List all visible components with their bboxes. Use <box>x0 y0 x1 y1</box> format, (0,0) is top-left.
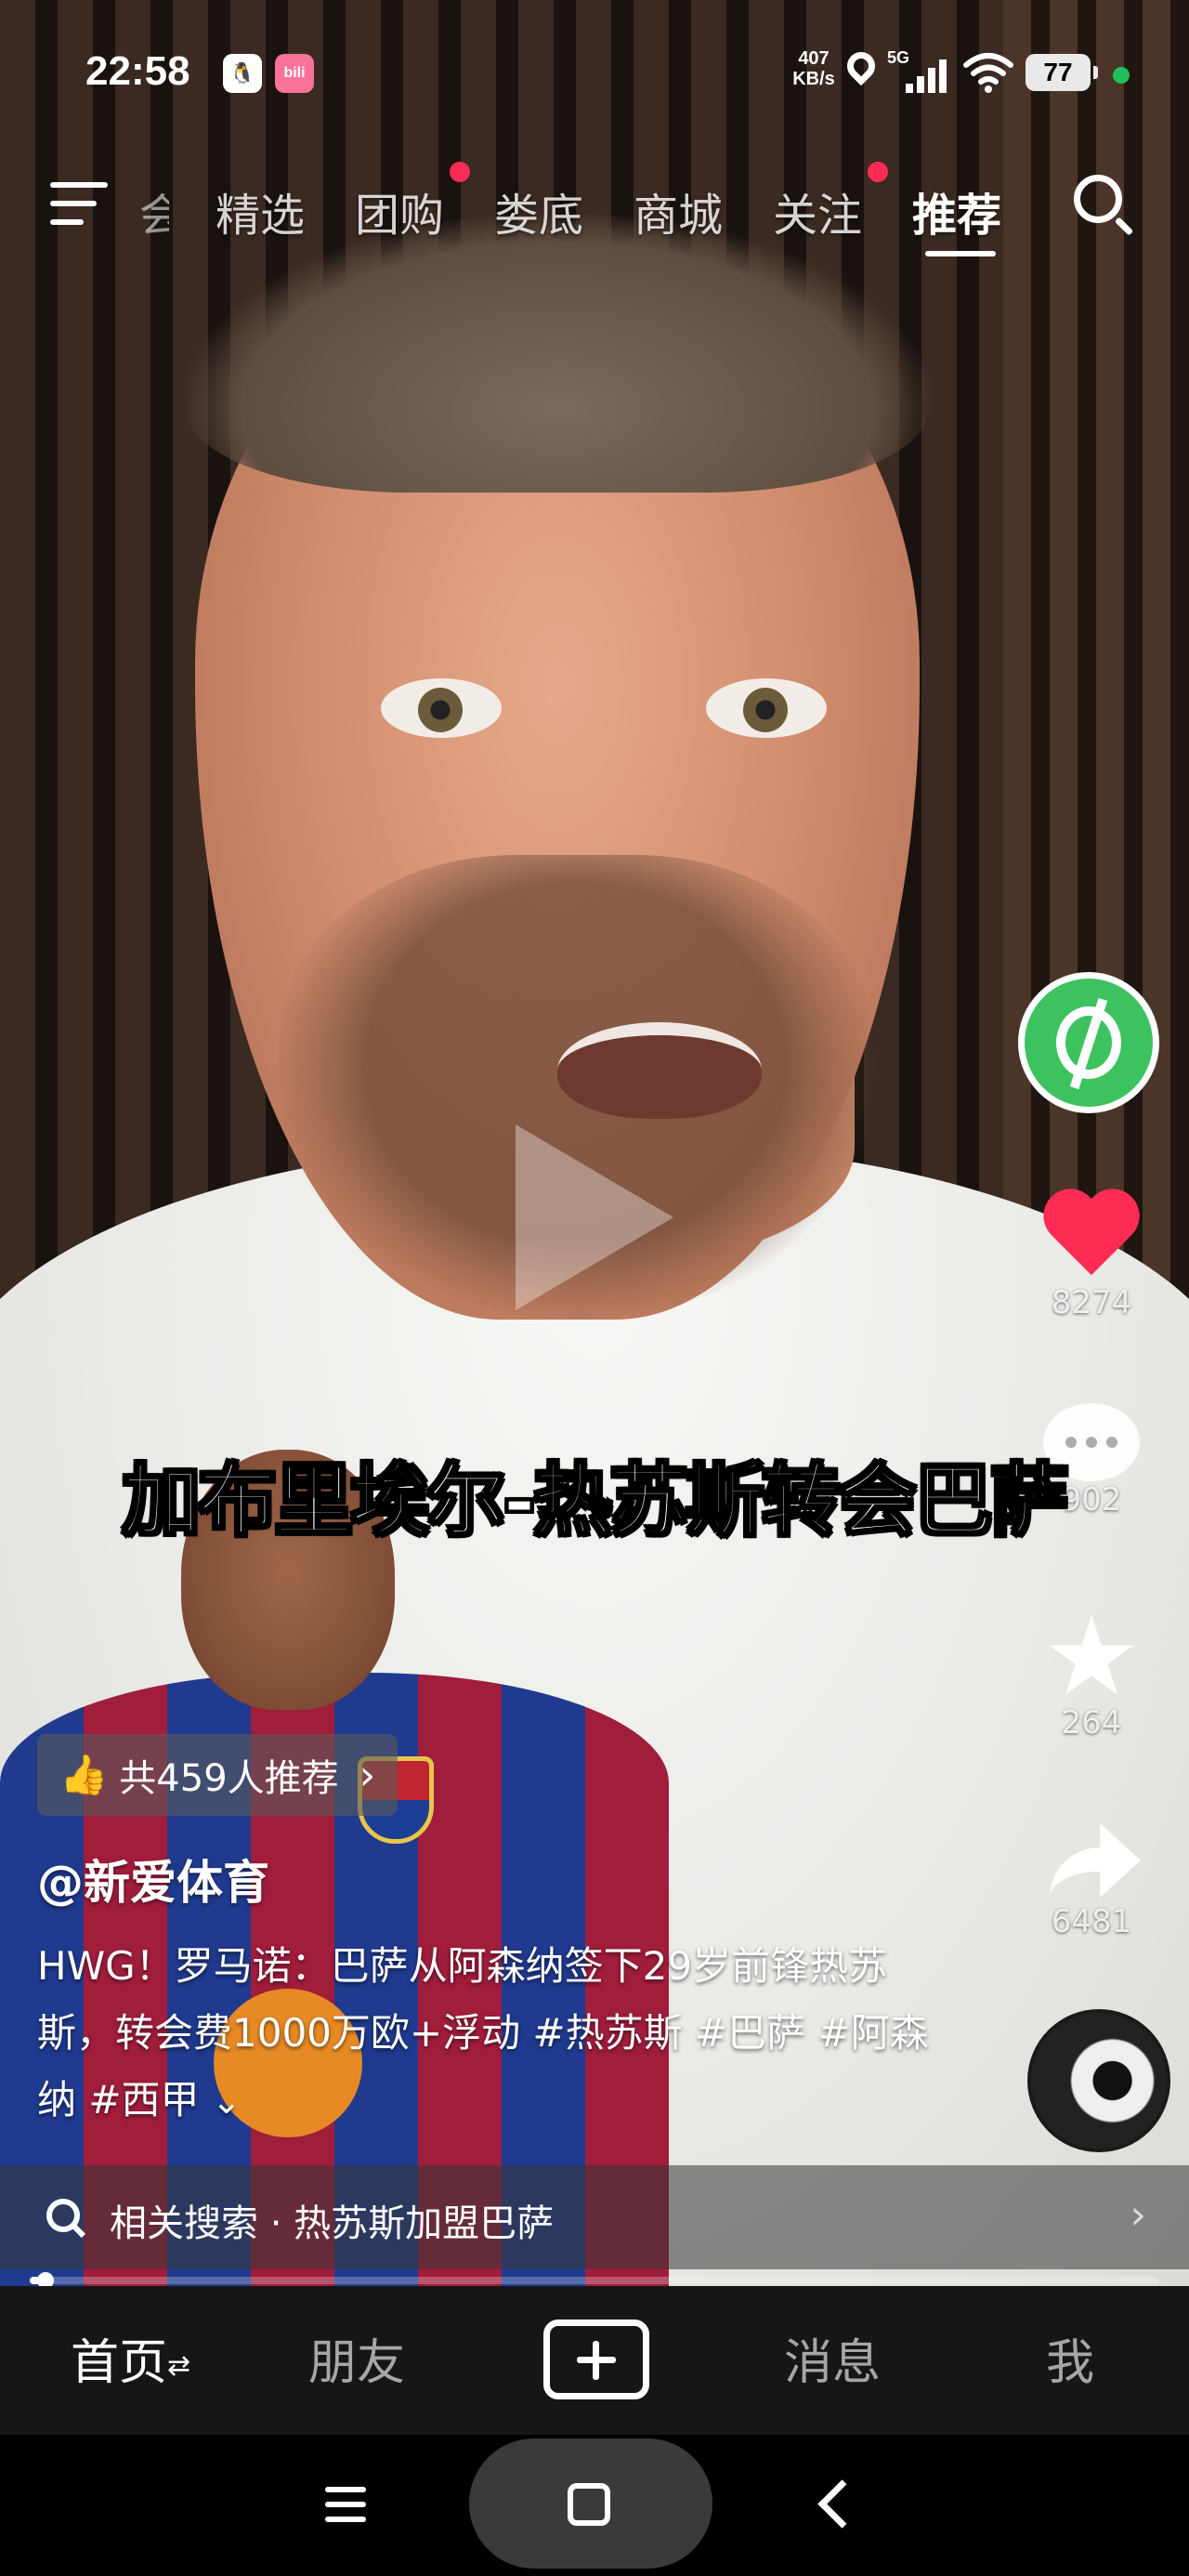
expand-icon[interactable]: ⌄ <box>212 2081 242 2122</box>
signal-icon <box>906 56 950 93</box>
star-icon: ★ <box>1042 1592 1141 1720</box>
nav-tab-partial[interactable]: 会 <box>139 178 169 243</box>
video-description[interactable]: HWG！罗马诺：巴萨从阿森纳签下29岁前锋热苏斯，转会费1000万欧+浮动 #热… <box>37 1933 929 2135</box>
status-bar: 22:58 🐧 bili 407 KB/s 5G 77 <box>0 0 1189 139</box>
tab-home[interactable]: 首页⇄ <box>71 2323 190 2393</box>
like-count: 8274 <box>1051 1284 1132 1321</box>
net-speed-value: 407 <box>798 48 830 69</box>
privacy-dot-icon <box>1113 67 1130 84</box>
chevron-right-icon: › <box>359 1751 376 1799</box>
tab-messages[interactable]: 消息 <box>784 2323 881 2393</box>
swap-icon: ⇄ <box>167 2349 191 2383</box>
bilibili-icon: bili <box>275 54 314 93</box>
active-tab-indicator <box>925 251 996 256</box>
status-time: 22:58 <box>85 48 190 94</box>
man-right-eye <box>706 678 827 738</box>
home-button[interactable] <box>469 2438 712 2569</box>
search-icon <box>46 2199 80 2232</box>
battery-indicator: 77 <box>1026 54 1098 91</box>
recent-apps-icon[interactable] <box>325 2487 366 2524</box>
share-icon <box>1040 1820 1143 1903</box>
favorite-count: 264 <box>1061 1704 1122 1741</box>
tab-following[interactable]: 关注 <box>773 178 862 243</box>
create-button[interactable] <box>543 2320 649 2399</box>
related-search-bar[interactable]: 相关搜索 · 热苏斯加盟巴萨 › <box>0 2165 1189 2269</box>
man-mouth <box>557 1022 762 1119</box>
tab-me[interactable]: 我 <box>1046 2323 1094 2393</box>
share-count: 6481 <box>1051 1903 1132 1940</box>
chevron-right-icon: › <box>1130 2191 1146 2239</box>
location-icon <box>841 46 882 86</box>
description-text: HWG！罗马诺：巴萨从阿森纳签下29岁前锋热苏斯，转会费1000万欧+浮动 #热… <box>37 1943 929 2123</box>
related-search-text: 相关搜索 · 热苏斯加盟巴萨 <box>110 2202 555 2245</box>
video-progress-bar[interactable] <box>30 2272 1159 2289</box>
tab-following-dot <box>868 162 888 182</box>
tab-recommended[interactable]: 推荐 <box>912 178 1001 243</box>
share-button[interactable]: 6481 <box>1013 1820 1170 1940</box>
phone-screen: 22:58 🐧 bili 407 KB/s 5G 77 会 精选 团购 娄底 商… <box>0 0 1189 2576</box>
tab-friends[interactable]: 朋友 <box>308 2323 405 2393</box>
search-icon[interactable] <box>1074 175 1122 223</box>
system-nav-bar <box>0 2435 1189 2576</box>
thumbs-up-icon: 👍 <box>59 1752 109 1797</box>
tab-home-label: 首页 <box>71 2335 168 2391</box>
favorite-button[interactable]: ★ 264 <box>1013 1592 1170 1741</box>
net-speed-unit: KB/s <box>792 69 835 89</box>
heart-icon <box>1040 1191 1143 1284</box>
like-button[interactable]: 8274 <box>1013 1191 1170 1321</box>
author-name[interactable]: @新爱体育 <box>37 1846 269 1912</box>
man-left-eye <box>381 678 502 738</box>
wifi-icon <box>963 53 1013 93</box>
net-speed: 407 KB/s <box>786 48 842 89</box>
tab-group-buy[interactable]: 团购 <box>355 178 444 243</box>
tab-mall[interactable]: 商城 <box>634 178 723 243</box>
top-nav: 会 精选 团购 娄底 商城 关注 推荐 <box>0 158 1189 269</box>
back-icon[interactable] <box>817 2479 867 2529</box>
menu-icon[interactable] <box>50 182 108 229</box>
play-icon[interactable] <box>516 1124 673 1310</box>
tab-featured[interactable]: 精选 <box>216 178 305 243</box>
creator-avatar[interactable] <box>1018 972 1159 1113</box>
tab-local[interactable]: 娄底 <box>494 178 583 243</box>
recommend-chip[interactable]: 👍 共459人推荐 › <box>37 1734 399 1816</box>
recommend-label: 共459人推荐 <box>119 1757 339 1800</box>
bottom-tab-bar: 首页⇄ 朋友 消息 我 <box>0 2286 1189 2435</box>
tab-group-buy-dot <box>450 162 470 182</box>
qq-icon: 🐧 <box>223 54 262 93</box>
video-caption: 加布里埃尔-热苏斯转会巴萨 <box>121 1454 1070 1548</box>
music-disc-icon[interactable] <box>1027 2009 1170 2152</box>
